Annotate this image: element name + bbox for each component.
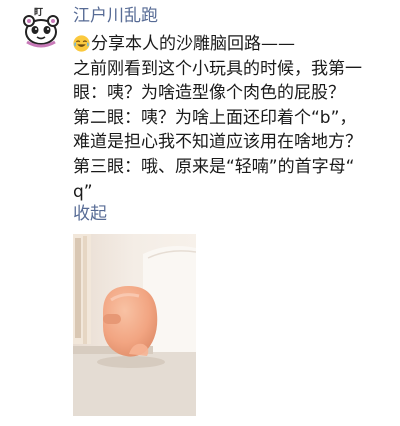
post-photo[interactable] bbox=[73, 234, 196, 416]
post-line-1-text: 分享本人的沙雕脑回路—— bbox=[91, 34, 295, 54]
post-line-3: 眼：咦？为啥造型像个肉色的屁股？ bbox=[73, 83, 345, 104]
post-line-5: 难道是担心我不知道应该用在啥地方？ bbox=[73, 132, 362, 153]
toy-photo-image bbox=[73, 234, 196, 416]
cartoon-mascot-icon: 盯 bbox=[23, 7, 59, 48]
post-line-6: 第三眼：哦、原来是“轻喃”的首字母“ bbox=[73, 156, 355, 177]
avatar[interactable]: 盯 bbox=[21, 4, 61, 50]
post-line-1: 分享本人的沙雕脑回路—— bbox=[73, 32, 395, 57]
post-line-2: 之前刚看到这个小玩具的时候，我第一 bbox=[73, 58, 362, 79]
moments-post: 盯 江户川乱跑 分享本人的沙雕脑回路—— 之前刚看到这个小玩具的时候，我第一 眼… bbox=[0, 0, 400, 426]
post-line-4: 第二眼：咦？为啥上面还印着个“b”， bbox=[73, 107, 357, 128]
avatar-label: 盯 bbox=[34, 7, 43, 18]
collapse-link[interactable]: 收起 bbox=[73, 202, 107, 226]
author-name[interactable]: 江户川乱跑 bbox=[73, 5, 158, 27]
post-line-7: q” bbox=[73, 181, 93, 202]
laughing-face-icon bbox=[73, 35, 90, 52]
post-text: 分享本人的沙雕脑回路—— 之前刚看到这个小玩具的时候，我第一 眼：咦？为啥造型像… bbox=[73, 32, 395, 204]
